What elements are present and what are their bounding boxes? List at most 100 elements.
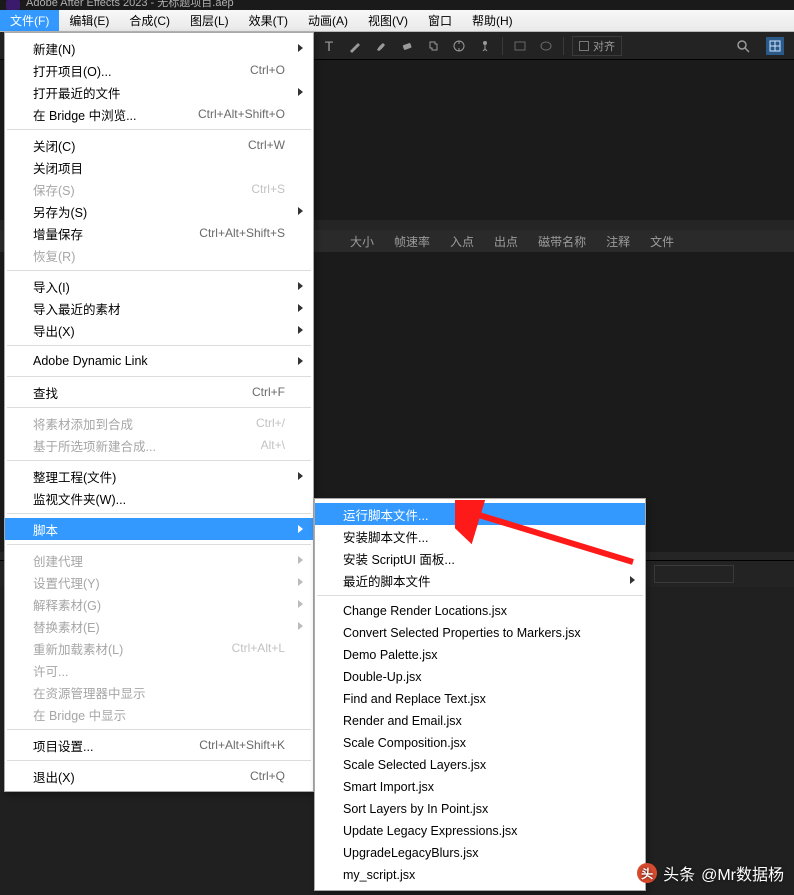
column-header[interactable]: 注释 bbox=[596, 233, 640, 250]
menu-item[interactable]: 增量保存Ctrl+Alt+Shift+S bbox=[5, 222, 313, 244]
column-header[interactable]: 帧速率 bbox=[384, 233, 440, 250]
shape-tool-icon[interactable] bbox=[511, 37, 529, 55]
menu-item-label: Double-Up.jsx bbox=[343, 670, 617, 684]
menu-item-label: Adobe Dynamic Link bbox=[33, 354, 285, 368]
submenu-arrow-icon bbox=[298, 578, 303, 586]
clone-tool-icon[interactable] bbox=[424, 37, 442, 55]
menu-item[interactable]: Find and Replace Text.jsx bbox=[315, 688, 645, 710]
menubar-item[interactable]: 合成(C) bbox=[119, 10, 180, 31]
menu-item[interactable]: 项目设置...Ctrl+Alt+Shift+K bbox=[5, 734, 313, 756]
menu-item-shortcut: Alt+\ bbox=[261, 438, 285, 452]
menubar-item[interactable]: 视图(V) bbox=[358, 10, 418, 31]
menu-item-label: 增量保存 bbox=[33, 224, 199, 243]
menu-item[interactable]: Smart Import.jsx bbox=[315, 776, 645, 798]
menu-item[interactable]: 运行脚本文件... bbox=[315, 503, 645, 525]
column-header[interactable]: 入点 bbox=[440, 233, 484, 250]
puppet-tool-icon[interactable] bbox=[476, 37, 494, 55]
submenu-arrow-icon bbox=[298, 525, 303, 533]
menu-separator bbox=[7, 729, 311, 730]
pen-tool-icon[interactable] bbox=[346, 37, 364, 55]
menu-item-shortcut: Ctrl+Alt+Shift+S bbox=[199, 226, 285, 240]
eraser-tool-icon[interactable] bbox=[398, 37, 416, 55]
menu-item[interactable]: 导入(I) bbox=[5, 275, 313, 297]
menu-item-label: 创建代理 bbox=[33, 551, 285, 570]
menu-item[interactable]: 新建(N) bbox=[5, 37, 313, 59]
menu-item[interactable]: 导出(X) bbox=[5, 319, 313, 341]
submenu-arrow-icon bbox=[630, 576, 635, 584]
menu-item[interactable]: Convert Selected Properties to Markers.j… bbox=[315, 622, 645, 644]
menu-item-label: Change Render Locations.jsx bbox=[343, 604, 617, 618]
menu-item-shortcut: Ctrl+Alt+Shift+O bbox=[198, 107, 285, 121]
menu-item[interactable]: 安装脚本文件... bbox=[315, 525, 645, 547]
menubar-item[interactable]: 动画(A) bbox=[298, 10, 358, 31]
timeline-tab[interactable] bbox=[654, 565, 734, 583]
menu-item-label: 许可... bbox=[33, 661, 285, 680]
snap-toggle[interactable]: 对齐 bbox=[572, 36, 622, 56]
menu-item[interactable]: 最近的脚本文件 bbox=[315, 569, 645, 591]
menubar-item[interactable]: 图层(L) bbox=[180, 10, 239, 31]
column-header[interactable]: 大小 bbox=[340, 233, 384, 250]
menu-item[interactable]: my_script.jsx bbox=[315, 864, 645, 886]
menu-item[interactable]: 打开最近的文件 bbox=[5, 81, 313, 103]
menu-item[interactable]: Double-Up.jsx bbox=[315, 666, 645, 688]
mask-tool-icon[interactable] bbox=[537, 37, 555, 55]
menu-item-label: Scale Selected Layers.jsx bbox=[343, 758, 617, 772]
submenu-arrow-icon bbox=[298, 282, 303, 290]
menu-item[interactable]: 安装 ScriptUI 面板... bbox=[315, 547, 645, 569]
menu-item[interactable]: Scale Composition.jsx bbox=[315, 732, 645, 754]
text-tool-icon[interactable]: T bbox=[320, 37, 338, 55]
menu-item[interactable]: Update Legacy Expressions.jsx bbox=[315, 820, 645, 842]
menu-item[interactable]: 在 Bridge 中浏览...Ctrl+Alt+Shift+O bbox=[5, 103, 313, 125]
brush-tool-icon[interactable] bbox=[372, 37, 390, 55]
menu-item[interactable]: 导入最近的素材 bbox=[5, 297, 313, 319]
menu-item-label: 在 Bridge 中显示 bbox=[33, 705, 285, 724]
title-bar: Adobe After Effects 2023 - 无标题项目.aep bbox=[0, 0, 794, 10]
menu-item[interactable]: 退出(X)Ctrl+Q bbox=[5, 765, 313, 787]
menu-item[interactable]: Render and Email.jsx bbox=[315, 710, 645, 732]
roto-tool-icon[interactable] bbox=[450, 37, 468, 55]
menu-item[interactable]: 另存为(S) bbox=[5, 200, 313, 222]
menu-separator bbox=[7, 345, 311, 346]
menu-item-label: 解释素材(G) bbox=[33, 595, 285, 614]
menu-item[interactable]: 脚本 bbox=[5, 518, 313, 540]
menubar-item[interactable]: 效果(T) bbox=[239, 10, 298, 31]
menu-item[interactable]: UpgradeLegacyBlurs.jsx bbox=[315, 842, 645, 864]
menu-item-label: 查找 bbox=[33, 383, 252, 402]
menu-item-label: 导入最近的素材 bbox=[33, 299, 285, 318]
menubar-item[interactable]: 文件(F) bbox=[0, 10, 59, 31]
menu-item[interactable]: Change Render Locations.jsx bbox=[315, 600, 645, 622]
menu-item: 许可... bbox=[5, 659, 313, 681]
menu-item[interactable]: 整理工程(文件) bbox=[5, 465, 313, 487]
menu-item-label: 项目设置... bbox=[33, 736, 199, 755]
menubar-item[interactable]: 帮助(H) bbox=[462, 10, 523, 31]
menu-separator bbox=[7, 376, 311, 377]
watermark-icon: 头 bbox=[637, 863, 657, 883]
menu-item[interactable]: 监视文件夹(W)... bbox=[5, 487, 313, 509]
menu-separator bbox=[7, 460, 311, 461]
menu-item[interactable]: Adobe Dynamic Link bbox=[5, 350, 313, 372]
menu-item-label: 替换素材(E) bbox=[33, 617, 285, 636]
menu-item-label: Update Legacy Expressions.jsx bbox=[343, 824, 617, 838]
menu-item[interactable]: 打开项目(O)...Ctrl+O bbox=[5, 59, 313, 81]
menu-item[interactable]: Sort Layers by In Point.jsx bbox=[315, 798, 645, 820]
menu-item-shortcut: Ctrl+Alt+Shift+K bbox=[199, 738, 285, 752]
menu-item-label: 在资源管理器中显示 bbox=[33, 683, 285, 702]
menu-item: 在 Bridge 中显示 bbox=[5, 703, 313, 725]
grid-icon[interactable] bbox=[766, 37, 784, 55]
menu-item[interactable]: 查找Ctrl+F bbox=[5, 381, 313, 403]
menu-item[interactable]: 关闭项目 bbox=[5, 156, 313, 178]
menu-item: 在资源管理器中显示 bbox=[5, 681, 313, 703]
toolbar-separator bbox=[563, 37, 564, 55]
menubar-item[interactable]: 编辑(E) bbox=[59, 10, 119, 31]
column-header[interactable]: 文件 bbox=[640, 233, 684, 250]
menu-item[interactable]: 关闭(C)Ctrl+W bbox=[5, 134, 313, 156]
search-icon[interactable] bbox=[734, 37, 752, 55]
menu-item-shortcut: Ctrl+Q bbox=[250, 769, 285, 783]
menu-item[interactable]: Demo Palette.jsx bbox=[315, 644, 645, 666]
column-header[interactable]: 磁带名称 bbox=[528, 233, 596, 250]
menu-item: 保存(S)Ctrl+S bbox=[5, 178, 313, 200]
column-header[interactable]: 出点 bbox=[484, 233, 528, 250]
menu-item-label: 打开项目(O)... bbox=[33, 61, 250, 80]
menu-item[interactable]: Scale Selected Layers.jsx bbox=[315, 754, 645, 776]
menubar-item[interactable]: 窗口 bbox=[418, 10, 462, 31]
